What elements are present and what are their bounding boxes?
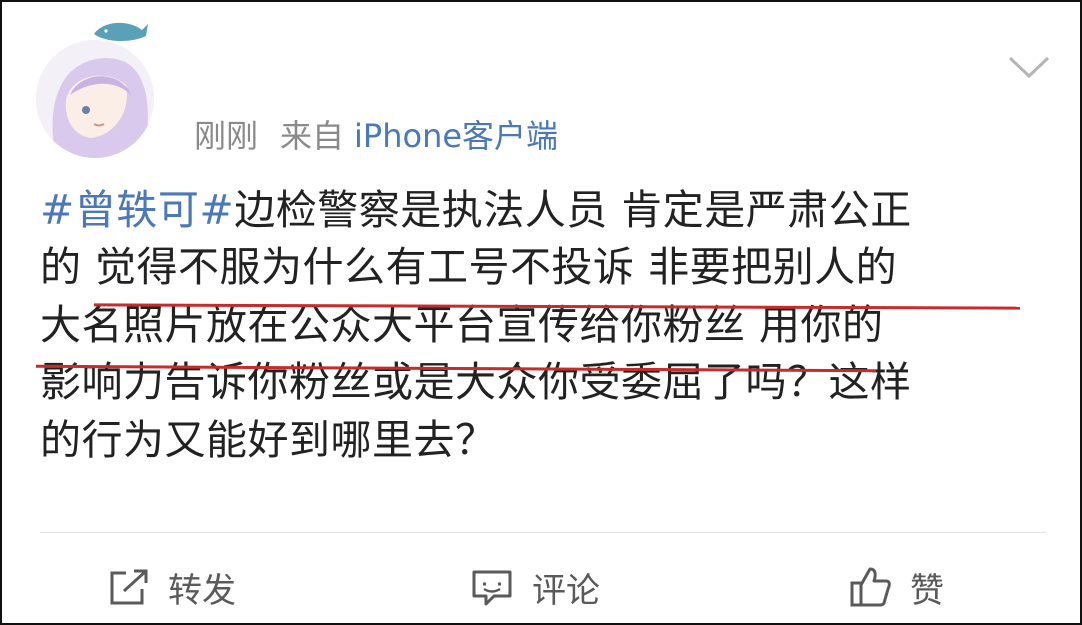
avatar[interactable]: [36, 40, 154, 158]
repost-label: 转发: [168, 570, 236, 611]
content-line: 的 觉得不服为什么有工号不投诉 非要把别人的: [40, 243, 898, 292]
post-content: #曾轶可#边检警察是执法人员 肯定是严肃公正 的 觉得不服为什么有工号不投诉 非…: [40, 182, 1050, 469]
hashtag-link[interactable]: #曾轶可#: [40, 186, 234, 234]
divider: [40, 532, 1046, 533]
comment-button[interactable]: 评论: [470, 562, 600, 612]
comment-icon: [472, 570, 512, 606]
repost-button[interactable]: 转发: [106, 562, 236, 612]
post-time: 刚刚: [194, 117, 259, 155]
content-text: 边检警察是执法人员 肯定是严肃公正: [234, 186, 912, 234]
content-line: 影响力告诉你粉丝或是大众你受委屈了吗？这样: [40, 358, 912, 407]
content-line: #曾轶可#边检警察是执法人员 肯定是严肃公正: [40, 182, 1050, 239]
source-link[interactable]: iPhone客户端: [354, 117, 558, 155]
chevron-down-icon[interactable]: [1006, 52, 1052, 82]
whale-badge-icon: [94, 22, 148, 41]
post-meta: 刚刚 来自 iPhone客户端: [194, 114, 580, 158]
comment-label: 评论: [532, 570, 600, 611]
share-icon: [110, 569, 148, 605]
like-button[interactable]: 赞: [848, 562, 944, 612]
thumbs-up-icon: [850, 567, 891, 607]
like-label: 赞: [910, 570, 944, 611]
avatar-illustration: [36, 40, 154, 158]
content-line: 的行为又能好到哪里去？: [40, 415, 497, 464]
source-prefix: 来自: [280, 117, 345, 155]
weibo-post-card: 刚刚 来自 iPhone客户端 #曾轶可#边检警察是执法人员 肯定是严肃公正 的 觉…: [0, 0, 1082, 625]
